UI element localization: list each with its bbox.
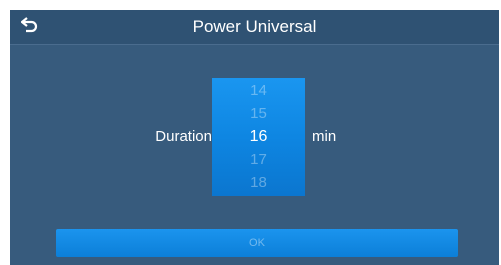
device-frame: Power Universal Duration 14 15 16 17 18 … <box>0 0 501 265</box>
unit-label: min <box>312 128 337 145</box>
picker-option[interactable]: 17 <box>212 150 305 170</box>
duration-picker[interactable]: 14 15 16 17 18 <box>212 78 305 196</box>
back-button[interactable] <box>16 13 44 41</box>
back-arrow-icon <box>20 16 39 38</box>
duration-label: Duration <box>155 128 212 145</box>
picker-option[interactable]: 14 <box>212 81 305 101</box>
ok-button[interactable]: OK <box>56 229 458 257</box>
picker-selected-option[interactable]: 16 <box>212 127 305 147</box>
screen: Power Universal Duration 14 15 16 17 18 … <box>10 10 499 265</box>
picker-option[interactable]: 18 <box>212 173 305 193</box>
header-bar: Power Universal <box>10 10 499 45</box>
page-title: Power Universal <box>192 17 317 36</box>
picker-option[interactable]: 15 <box>212 104 305 124</box>
